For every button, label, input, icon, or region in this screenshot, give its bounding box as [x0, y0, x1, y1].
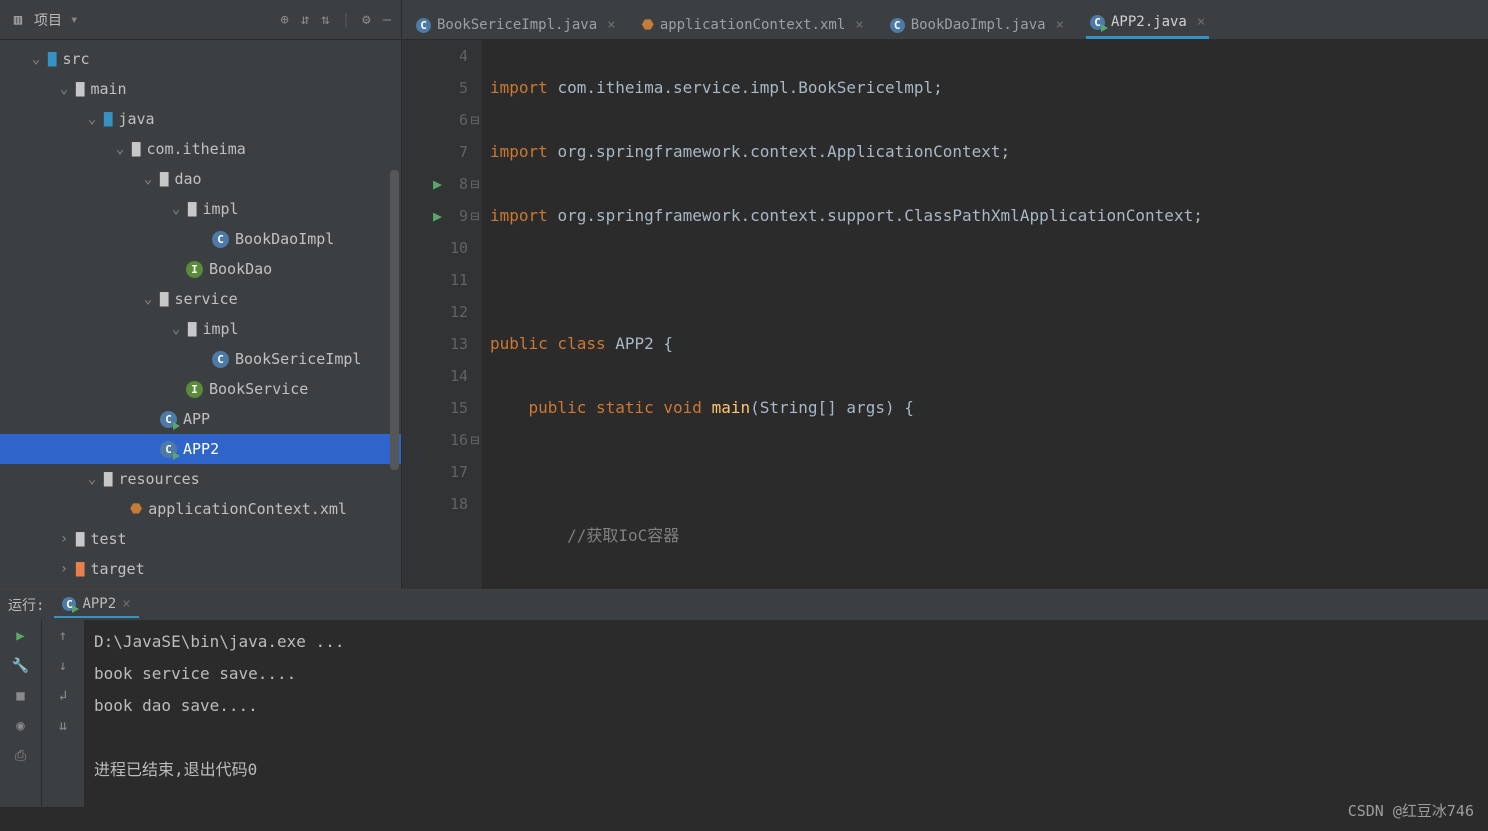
minimize-icon[interactable]: — — [383, 12, 391, 28]
editor-tabs: CBookSericeImpl.java× ⬣applicationContex… — [402, 0, 1488, 40]
tree-node-dao-impl[interactable]: ⌄▇impl — [0, 194, 401, 224]
wrench-icon[interactable]: 🔧 — [12, 658, 29, 674]
scroll-icon[interactable]: ⇊ — [59, 718, 67, 734]
watermark: CSDN @红豆冰746 — [1348, 800, 1474, 821]
run-toolbar-left: ▶ 🔧 ■ ◉ ⎙ — [0, 620, 42, 807]
tree-node-pkg[interactable]: ⌄▇com.itheima — [0, 134, 401, 164]
dropdown-icon[interactable]: ▾ — [70, 12, 78, 28]
run-icon[interactable]: ▶ — [16, 628, 24, 644]
project-panel-header: ▥ 项目 ▾ ⊕ ⇵ ⇅ | ⚙ — — [0, 0, 401, 40]
tab-app2[interactable]: CAPP2.java× — [1086, 8, 1209, 39]
tree-node-app2[interactable]: CAPP2 — [0, 434, 401, 464]
code-editor[interactable]: import com.itheima.service.impl.BookSeri… — [482, 40, 1488, 589]
tree-node-resources[interactable]: ⌄▇resources — [0, 464, 401, 494]
run-tab-app2[interactable]: C APP2 × — [54, 592, 138, 618]
project-icon: ▥ — [10, 12, 26, 28]
tree-node-bookdao[interactable]: IBookDao — [0, 254, 401, 284]
close-icon[interactable]: × — [607, 17, 615, 33]
project-panel: ▥ 项目 ▾ ⊕ ⇵ ⇅ | ⚙ — ⌄▇src ⌄▇main ⌄▇java ⌄… — [0, 0, 402, 589]
tree-node-svc-impl[interactable]: ⌄▇impl — [0, 314, 401, 344]
scrollbar[interactable] — [390, 170, 399, 470]
up-icon[interactable]: ↑ — [59, 628, 67, 644]
gear-icon[interactable]: ⚙ — [362, 12, 370, 28]
tree-node-src[interactable]: ⌄▇src — [0, 44, 401, 74]
collapse-icon[interactable]: ⇅ — [321, 12, 329, 28]
tab-bookdaoimpl[interactable]: CBookDaoImpl.java× — [886, 11, 1068, 39]
tree-node-booksericeimpl[interactable]: CBookSericeImpl — [0, 344, 401, 374]
run-line-icon[interactable]: ▶ — [433, 200, 442, 232]
run-line-icon[interactable]: ▶ — [433, 168, 442, 200]
tree-node-bookservice[interactable]: IBookService — [0, 374, 401, 404]
close-icon[interactable]: × — [1056, 17, 1064, 33]
tree-node-bookdaoimpl[interactable]: CBookDaoImpl — [0, 224, 401, 254]
run-toolbar-left2: ↑ ↓ ↲ ⇊ — [42, 620, 84, 807]
tree-node-appctx[interactable]: ⬣applicationContext.xml — [0, 494, 401, 524]
tree-node-dao[interactable]: ⌄▇dao — [0, 164, 401, 194]
tree-node-app[interactable]: CAPP — [0, 404, 401, 434]
tree-node-service[interactable]: ⌄▇service — [0, 284, 401, 314]
camera-icon[interactable]: ◉ — [16, 718, 24, 734]
tab-appcontext[interactable]: ⬣applicationContext.xml× — [638, 11, 868, 39]
tree-node-test[interactable]: ›▇test — [0, 524, 401, 554]
tab-booksericeimpl[interactable]: CBookSericeImpl.java× — [412, 11, 620, 39]
close-icon[interactable]: × — [1197, 14, 1205, 30]
tree-node-main[interactable]: ⌄▇main — [0, 74, 401, 104]
close-icon[interactable]: × — [855, 17, 863, 33]
wrap-icon[interactable]: ↲ — [59, 688, 67, 704]
run-panel-title: 运行: — [8, 595, 44, 615]
close-icon[interactable]: × — [122, 596, 130, 612]
expand-icon[interactable]: ⇵ — [301, 12, 309, 28]
down-icon[interactable]: ↓ — [59, 658, 67, 674]
tree-node-target[interactable]: ›▇target — [0, 554, 401, 584]
locate-icon[interactable]: ⊕ — [280, 12, 288, 28]
run-panel: 运行: C APP2 × ▶ 🔧 ■ ◉ ⎙ ↑ ↓ ↲ ⇊ D:\JavaSE… — [0, 589, 1488, 807]
console-output[interactable]: D:\JavaSE\bin\java.exe ... book service … — [84, 620, 1488, 807]
print-icon[interactable]: ⎙ — [15, 748, 26, 764]
editor: CBookSericeImpl.java× ⬣applicationContex… — [402, 0, 1488, 589]
editor-gutter: 456⊟7 8▶⊟ 9▶⊟ 101112131415 16⊟1718 — [402, 40, 482, 589]
project-panel-title: 项目 — [34, 10, 62, 30]
tree-node-java[interactable]: ⌄▇java — [0, 104, 401, 134]
project-tree[interactable]: ⌄▇src ⌄▇main ⌄▇java ⌄▇com.itheima ⌄▇dao … — [0, 40, 401, 589]
stop-icon[interactable]: ■ — [16, 688, 24, 704]
